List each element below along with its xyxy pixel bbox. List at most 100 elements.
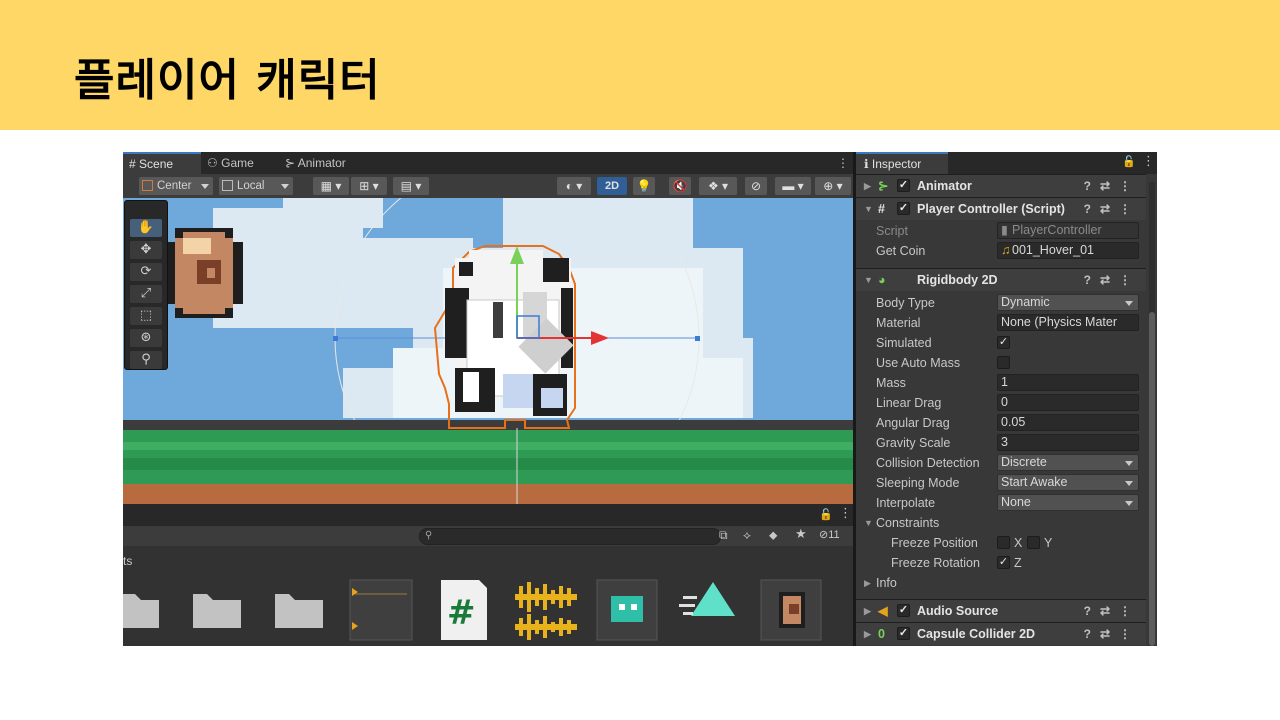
pivot-dropdown[interactable]: Center: [139, 177, 213, 195]
effects-button[interactable]: ❖ ▾: [699, 177, 737, 195]
logo-icon: [679, 582, 735, 616]
script-field: ▮ PlayerController: [997, 222, 1139, 239]
gizmos-button[interactable]: ⊕ ▾: [815, 177, 851, 195]
angular-drag-input[interactable]: 0.05: [997, 414, 1139, 431]
grid-snap-button[interactable]: ▦ ▾: [313, 177, 349, 195]
constraints-row[interactable]: ▼ Constraints: [856, 513, 1146, 533]
component-enabled-checkbox[interactable]: ✓: [897, 179, 910, 192]
coin-sprite[interactable]: [167, 228, 243, 318]
search-by-type-icon[interactable]: ⧉: [719, 528, 728, 543]
search-icon: ⚲: [425, 530, 433, 541]
rect-tool-icon[interactable]: ⬚: [130, 307, 162, 325]
field-label: Gravity Scale: [876, 436, 951, 450]
favorite-star-icon[interactable]: ★: [795, 527, 807, 542]
component-actions[interactable]: ?⇄⋮: [1084, 623, 1140, 645]
field-label: Mass: [876, 376, 906, 390]
tab-scene[interactable]: # Scene: [123, 152, 201, 174]
increment-snap-button[interactable]: ⊞ ▾: [351, 177, 387, 195]
lock-icon[interactable]: 🔓: [819, 508, 833, 521]
lock-icon[interactable]: 🔓: [1122, 155, 1136, 168]
tab-inspector[interactable]: ℹ Inspector: [856, 152, 948, 174]
freeze-position-y-checkbox[interactable]: [1027, 536, 1040, 549]
move-tool-icon[interactable]: ✥: [130, 241, 162, 259]
hand-tool-icon[interactable]: ✋: [130, 219, 162, 237]
custom-tool-icon[interactable]: ⚲: [130, 351, 162, 369]
more-icon[interactable]: ⋮: [1142, 154, 1155, 169]
folder-icon: [275, 594, 323, 628]
animation-clip-icon: [349, 579, 413, 641]
component-audio-source[interactable]: ▶ ◀ ✓ Audio Source ?⇄⋮: [856, 599, 1146, 622]
more-icon[interactable]: ⋮: [839, 506, 852, 521]
gamepad-icon: ⚇: [207, 156, 218, 170]
simulated-checkbox[interactable]: ✓: [997, 336, 1010, 349]
material-field[interactable]: None (Physics Mater: [997, 314, 1139, 331]
hidden-objects-icon[interactable]: ⊘: [745, 177, 767, 195]
gravity-scale-input[interactable]: 3: [997, 434, 1139, 451]
tab-game[interactable]: ⚇ Game: [207, 152, 277, 174]
scrollbar-thumb[interactable]: [1149, 312, 1155, 646]
component-enabled-checkbox[interactable]: ✓: [897, 604, 910, 617]
component-capsule-collider[interactable]: ▶ 0 ✓ Capsule Collider 2D ?⇄⋮: [856, 622, 1146, 645]
component-enabled-checkbox[interactable]: ✓: [897, 202, 910, 215]
scene-view[interactable]: [123, 198, 853, 504]
rotate-tool-icon[interactable]: ⟳: [130, 263, 162, 281]
expand-arrow-icon[interactable]: ▶: [864, 175, 871, 197]
body-type-row: Body Type Dynamic: [856, 293, 1146, 313]
audio-mute-icon[interactable]: 🔇: [669, 177, 691, 195]
script-field-row: Script ▮ PlayerController: [856, 221, 1146, 241]
project-tab-bar: 🔓 ⋮: [123, 504, 853, 526]
label-icon[interactable]: ⬥: [769, 528, 777, 543]
grid-visibility-button[interactable]: ▤ ▾: [393, 177, 429, 195]
interpolate-dropdown[interactable]: None: [997, 494, 1139, 511]
get-coin-field[interactable]: ♫ 001_Hover_01: [997, 242, 1139, 259]
expand-arrow-icon[interactable]: ▶: [864, 600, 871, 622]
component-title: Player Controller (Script): [917, 202, 1065, 216]
component-rigidbody[interactable]: ▼ ◕ Rigidbody 2D ?⇄⋮: [856, 268, 1146, 291]
body-type-dropdown[interactable]: Dynamic: [997, 294, 1139, 311]
field-label: Script: [876, 224, 908, 238]
hidden-count-value: 11: [828, 529, 840, 541]
component-animator[interactable]: ▶ ⊱ ✓ Animator ?⇄⋮: [856, 174, 1146, 197]
component-actions[interactable]: ?⇄⋮: [1084, 600, 1140, 622]
component-actions[interactable]: ?⇄⋮: [1084, 269, 1140, 291]
mass-input[interactable]: 1: [997, 374, 1139, 391]
expand-arrow-icon[interactable]: ▶: [864, 623, 871, 645]
expand-arrow-icon[interactable]: ▼: [864, 269, 873, 291]
component-enabled-checkbox[interactable]: ✓: [897, 627, 910, 640]
animator-icon: ⊱: [878, 179, 889, 193]
scale-tool-icon[interactable]: ⤢: [130, 285, 162, 303]
collision-detection-row: Collision Detection Discrete: [856, 453, 1146, 473]
tab-game-label: Game: [221, 156, 254, 170]
use-auto-mass-checkbox[interactable]: [997, 356, 1010, 369]
expand-arrow-icon[interactable]: ▼: [864, 513, 873, 533]
constraints-foldout: Constraints: [876, 516, 940, 530]
field-label: Interpolate: [876, 496, 936, 510]
component-player-controller[interactable]: ▼ # ✓ Player Controller (Script) ?⇄⋮: [856, 197, 1146, 220]
expand-arrow-icon[interactable]: ▶: [864, 573, 871, 593]
freeze-position-x-checkbox[interactable]: [997, 536, 1010, 549]
lighting-icon[interactable]: 💡: [633, 177, 655, 195]
linear-drag-input[interactable]: 0: [997, 394, 1139, 411]
draw-mode-button[interactable]: ◐ ▾: [557, 177, 591, 195]
component-actions[interactable]: ?⇄⋮: [1084, 198, 1140, 220]
more-icon[interactable]: ⋮: [837, 152, 849, 174]
speaker-icon: ◀: [878, 604, 888, 618]
filter-type-icon[interactable]: ⟡: [743, 528, 751, 543]
space-dropdown[interactable]: Local: [219, 177, 293, 195]
inspector-scrollbar[interactable]: [1149, 182, 1155, 646]
component-actions[interactable]: ?⇄⋮: [1084, 175, 1140, 197]
expand-arrow-icon[interactable]: ▼: [864, 198, 873, 220]
freeze-rotation-z-checkbox[interactable]: ✓: [997, 556, 1010, 569]
tab-animator[interactable]: ⊱ Animator: [285, 152, 375, 174]
use-auto-mass-row: Use Auto Mass: [856, 353, 1146, 373]
toggle-2d-button[interactable]: 2D: [597, 177, 627, 195]
transform-tool-icon[interactable]: ⊛: [130, 329, 162, 347]
camera-settings-button[interactable]: ▬ ▾: [775, 177, 811, 195]
collision-detection-dropdown[interactable]: Discrete: [997, 454, 1139, 471]
inspector-panel: ℹ Inspector 🔓 ⋮ ▶ ⊱ ✓ Animator ?⇄⋮ ▼ # ✓…: [856, 152, 1157, 646]
hidden-count[interactable]: ⊘11: [819, 528, 840, 541]
sleeping-mode-dropdown[interactable]: Start Awake: [997, 474, 1139, 491]
info-row[interactable]: ▶ Info: [856, 573, 1146, 593]
mass-row: Mass 1: [856, 373, 1146, 393]
search-input[interactable]: ⚲: [419, 528, 721, 545]
